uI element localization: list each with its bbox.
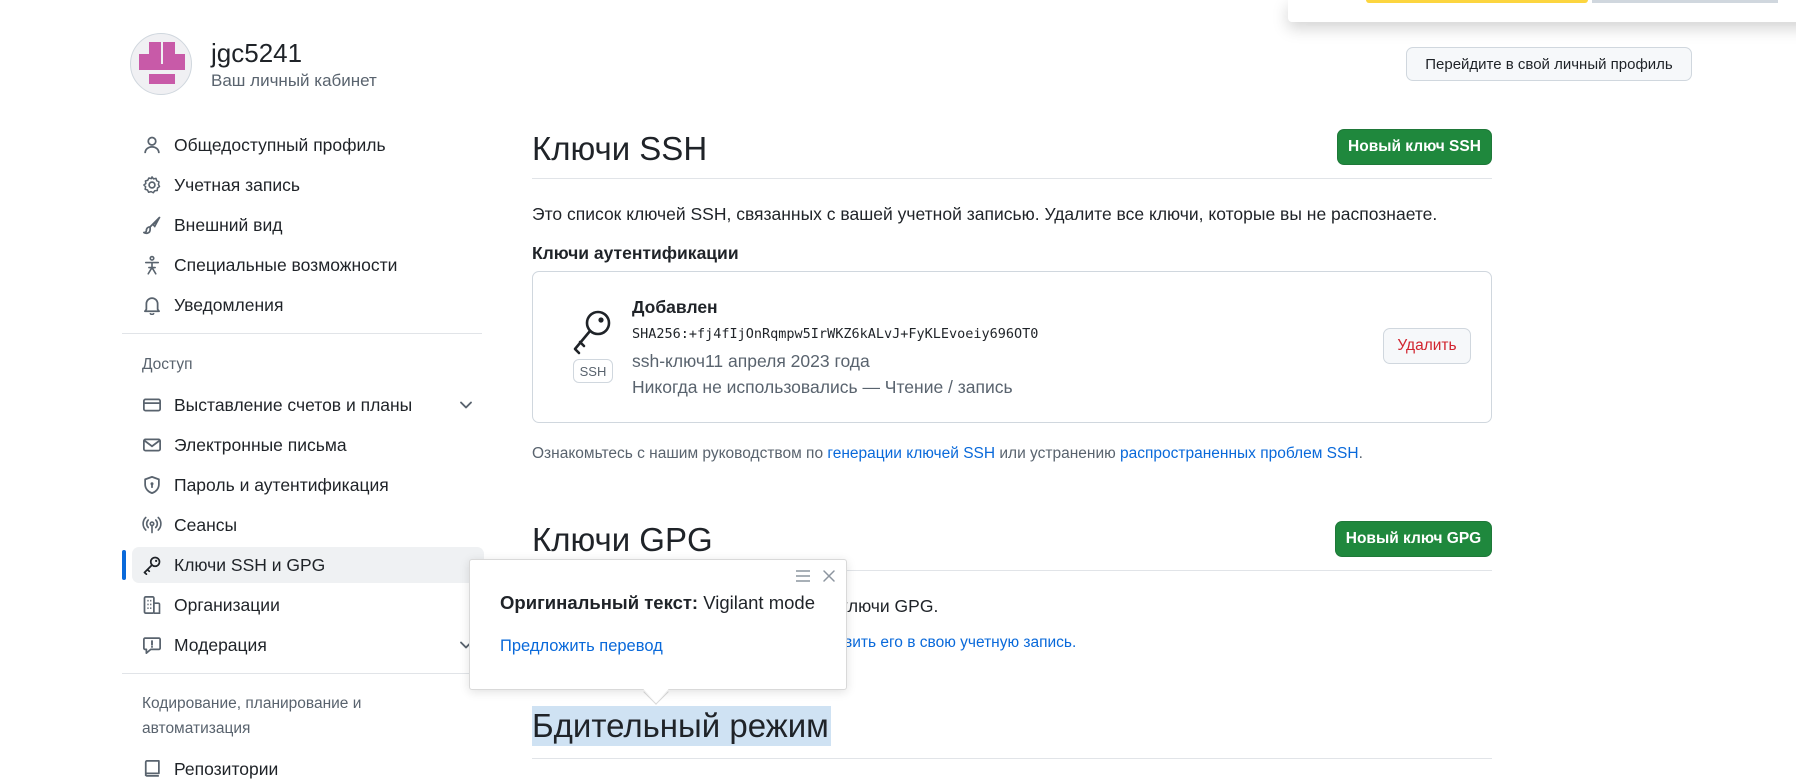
bell-icon <box>140 293 164 317</box>
person-icon <box>140 133 164 157</box>
common-ssh-problems-link[interactable]: распространенных проблем SSH <box>1120 445 1359 462</box>
sidebar-item-label: Сеансы <box>174 514 238 535</box>
delete-key-button[interactable]: Удалить <box>1383 328 1471 364</box>
ssh-key-card <box>532 271 1492 423</box>
account-subtitle: Ваш личный кабинет <box>211 71 377 90</box>
suggest-translation-link[interactable]: Предложить перевод <box>500 637 663 656</box>
sidebar-item-accessibility[interactable]: Специальные возможности <box>132 247 484 283</box>
sidebar-item-ssh-gpg-keys[interactable]: Ключи SSH и GPG <box>132 547 484 583</box>
sidebar-divider <box>122 333 482 334</box>
gear-icon <box>140 173 164 197</box>
chevron-down-icon[interactable] <box>456 395 476 415</box>
key-fingerprint: SHA256:+fj4fIjOnRqmpw5IrWKZ6kALvJ+FyKLEv… <box>632 326 1039 342</box>
account-username[interactable]: jgc5241 <box>211 38 302 68</box>
sidebar-item-label: Организации <box>174 594 280 615</box>
organization-icon <box>140 593 164 617</box>
report-icon <box>140 633 164 657</box>
key-icon <box>140 553 164 577</box>
go-to-profile-button[interactable]: Перейдите в свой личный профиль <box>1406 47 1692 81</box>
key-added-date: ssh-ключ11 апреля 2023 года <box>632 351 870 371</box>
sidebar-item-billing[interactable]: Выставление счетов и планы <box>132 387 484 423</box>
top-panel-grey-button[interactable] <box>1592 0 1778 3</box>
sidebar-item-label: Специальные возможности <box>174 254 398 275</box>
sidebar-item-password[interactable]: Пароль и аутентификация <box>132 467 484 503</box>
sidebar-divider <box>122 673 482 674</box>
sidebar-item-public-profile[interactable]: Общедоступный профиль <box>132 127 484 163</box>
accessibility-icon <box>140 253 164 277</box>
translate-popup <box>469 559 847 690</box>
sidebar-item-label: Репозитории <box>174 758 279 779</box>
original-text-value: Vigilant mode <box>703 592 815 613</box>
ssh-keys-title: Ключи SSH <box>532 130 708 167</box>
repo-icon <box>140 757 164 779</box>
sidebar-item-label: Ключи SSH и GPG <box>174 554 326 575</box>
key-icon <box>573 310 611 355</box>
sidebar-active-indicator <box>122 550 126 580</box>
avatar[interactable] <box>130 33 192 95</box>
sidebar-item-account[interactable]: Учетная запись <box>132 167 484 203</box>
sidebar-item-label: Общедоступный профиль <box>174 134 386 155</box>
sidebar-item-moderation[interactable]: Модерация <box>132 627 484 663</box>
original-text: Оригинальный текст: Vigilant mode <box>500 592 815 614</box>
ssh-badge: SSH <box>573 359 613 383</box>
sidebar-item-appearance[interactable]: Внешний вид <box>132 207 484 243</box>
key-usage: Никогда не использовались — Чтение / зап… <box>632 377 1013 397</box>
sidebar-item-notifications[interactable]: Уведомления <box>132 287 484 323</box>
sidebar-item-label: Внешний вид <box>174 214 283 235</box>
vigilant-mode-title: Бдительный режим <box>532 706 831 746</box>
gpg-keys-title: Ключи GPG <box>532 521 713 558</box>
original-text-label: Оригинальный текст: <box>500 592 699 613</box>
ssh-help-text: Ознакомьтесь с нашим руководством по ген… <box>532 445 1363 463</box>
sidebar-section-access: Доступ <box>142 356 193 373</box>
ssh-description: Это список ключей SSH, связанных с вашей… <box>532 204 1438 224</box>
top-overlay-panel <box>1288 0 1796 22</box>
add-gpg-key-link[interactable]: вить его в свою учетную запись. <box>844 634 1076 652</box>
sidebar-item-label: Пароль и аутентификация <box>174 474 389 495</box>
top-panel-yellow-button[interactable] <box>1366 0 1588 3</box>
broadcast-icon <box>140 513 164 537</box>
sidebar-item-label: Модерация <box>174 634 267 655</box>
mail-icon <box>140 433 164 457</box>
identicon-icon <box>139 42 185 84</box>
key-title: Добавлен <box>632 297 718 317</box>
sidebar-item-label: Уведомления <box>174 294 284 315</box>
new-ssh-key-button[interactable]: Новый ключ SSH <box>1337 129 1492 165</box>
shield-lock-icon <box>140 473 164 497</box>
help-prefix: Ознакомьтесь с нашим руководством по <box>532 445 828 462</box>
sidebar-item-organizations[interactable]: Организации <box>132 587 484 623</box>
menu-icon[interactable] <box>795 569 811 583</box>
sidebar-item-label: Выставление счетов и планы <box>174 394 413 415</box>
sidebar-section-code: Кодирование, планирование и автоматизаци… <box>142 695 362 737</box>
section-divider <box>532 178 1492 179</box>
sidebar-item-label: Учетная запись <box>174 174 301 195</box>
help-suffix: . <box>1358 445 1363 462</box>
sidebar-item-emails[interactable]: Электронные письма <box>132 427 484 463</box>
sidebar-item-sessions[interactable]: Сеансы <box>132 507 484 543</box>
close-icon[interactable] <box>821 568 837 584</box>
help-middle: или устранению <box>995 445 1121 462</box>
sidebar-item-repositories[interactable]: Репозитории <box>132 751 484 779</box>
generate-ssh-keys-link[interactable]: генерации ключей SSH <box>827 445 995 462</box>
paintbrush-icon <box>140 213 164 237</box>
section-divider <box>532 758 1492 759</box>
gpg-description-partial: ключи GPG. <box>840 596 939 616</box>
auth-keys-heading: Ключи аутентификации <box>532 243 739 263</box>
credit-card-icon <box>140 393 164 417</box>
sidebar-item-label: Электронные письма <box>174 434 347 455</box>
new-gpg-key-button[interactable]: Новый ключ GPG <box>1335 521 1492 557</box>
